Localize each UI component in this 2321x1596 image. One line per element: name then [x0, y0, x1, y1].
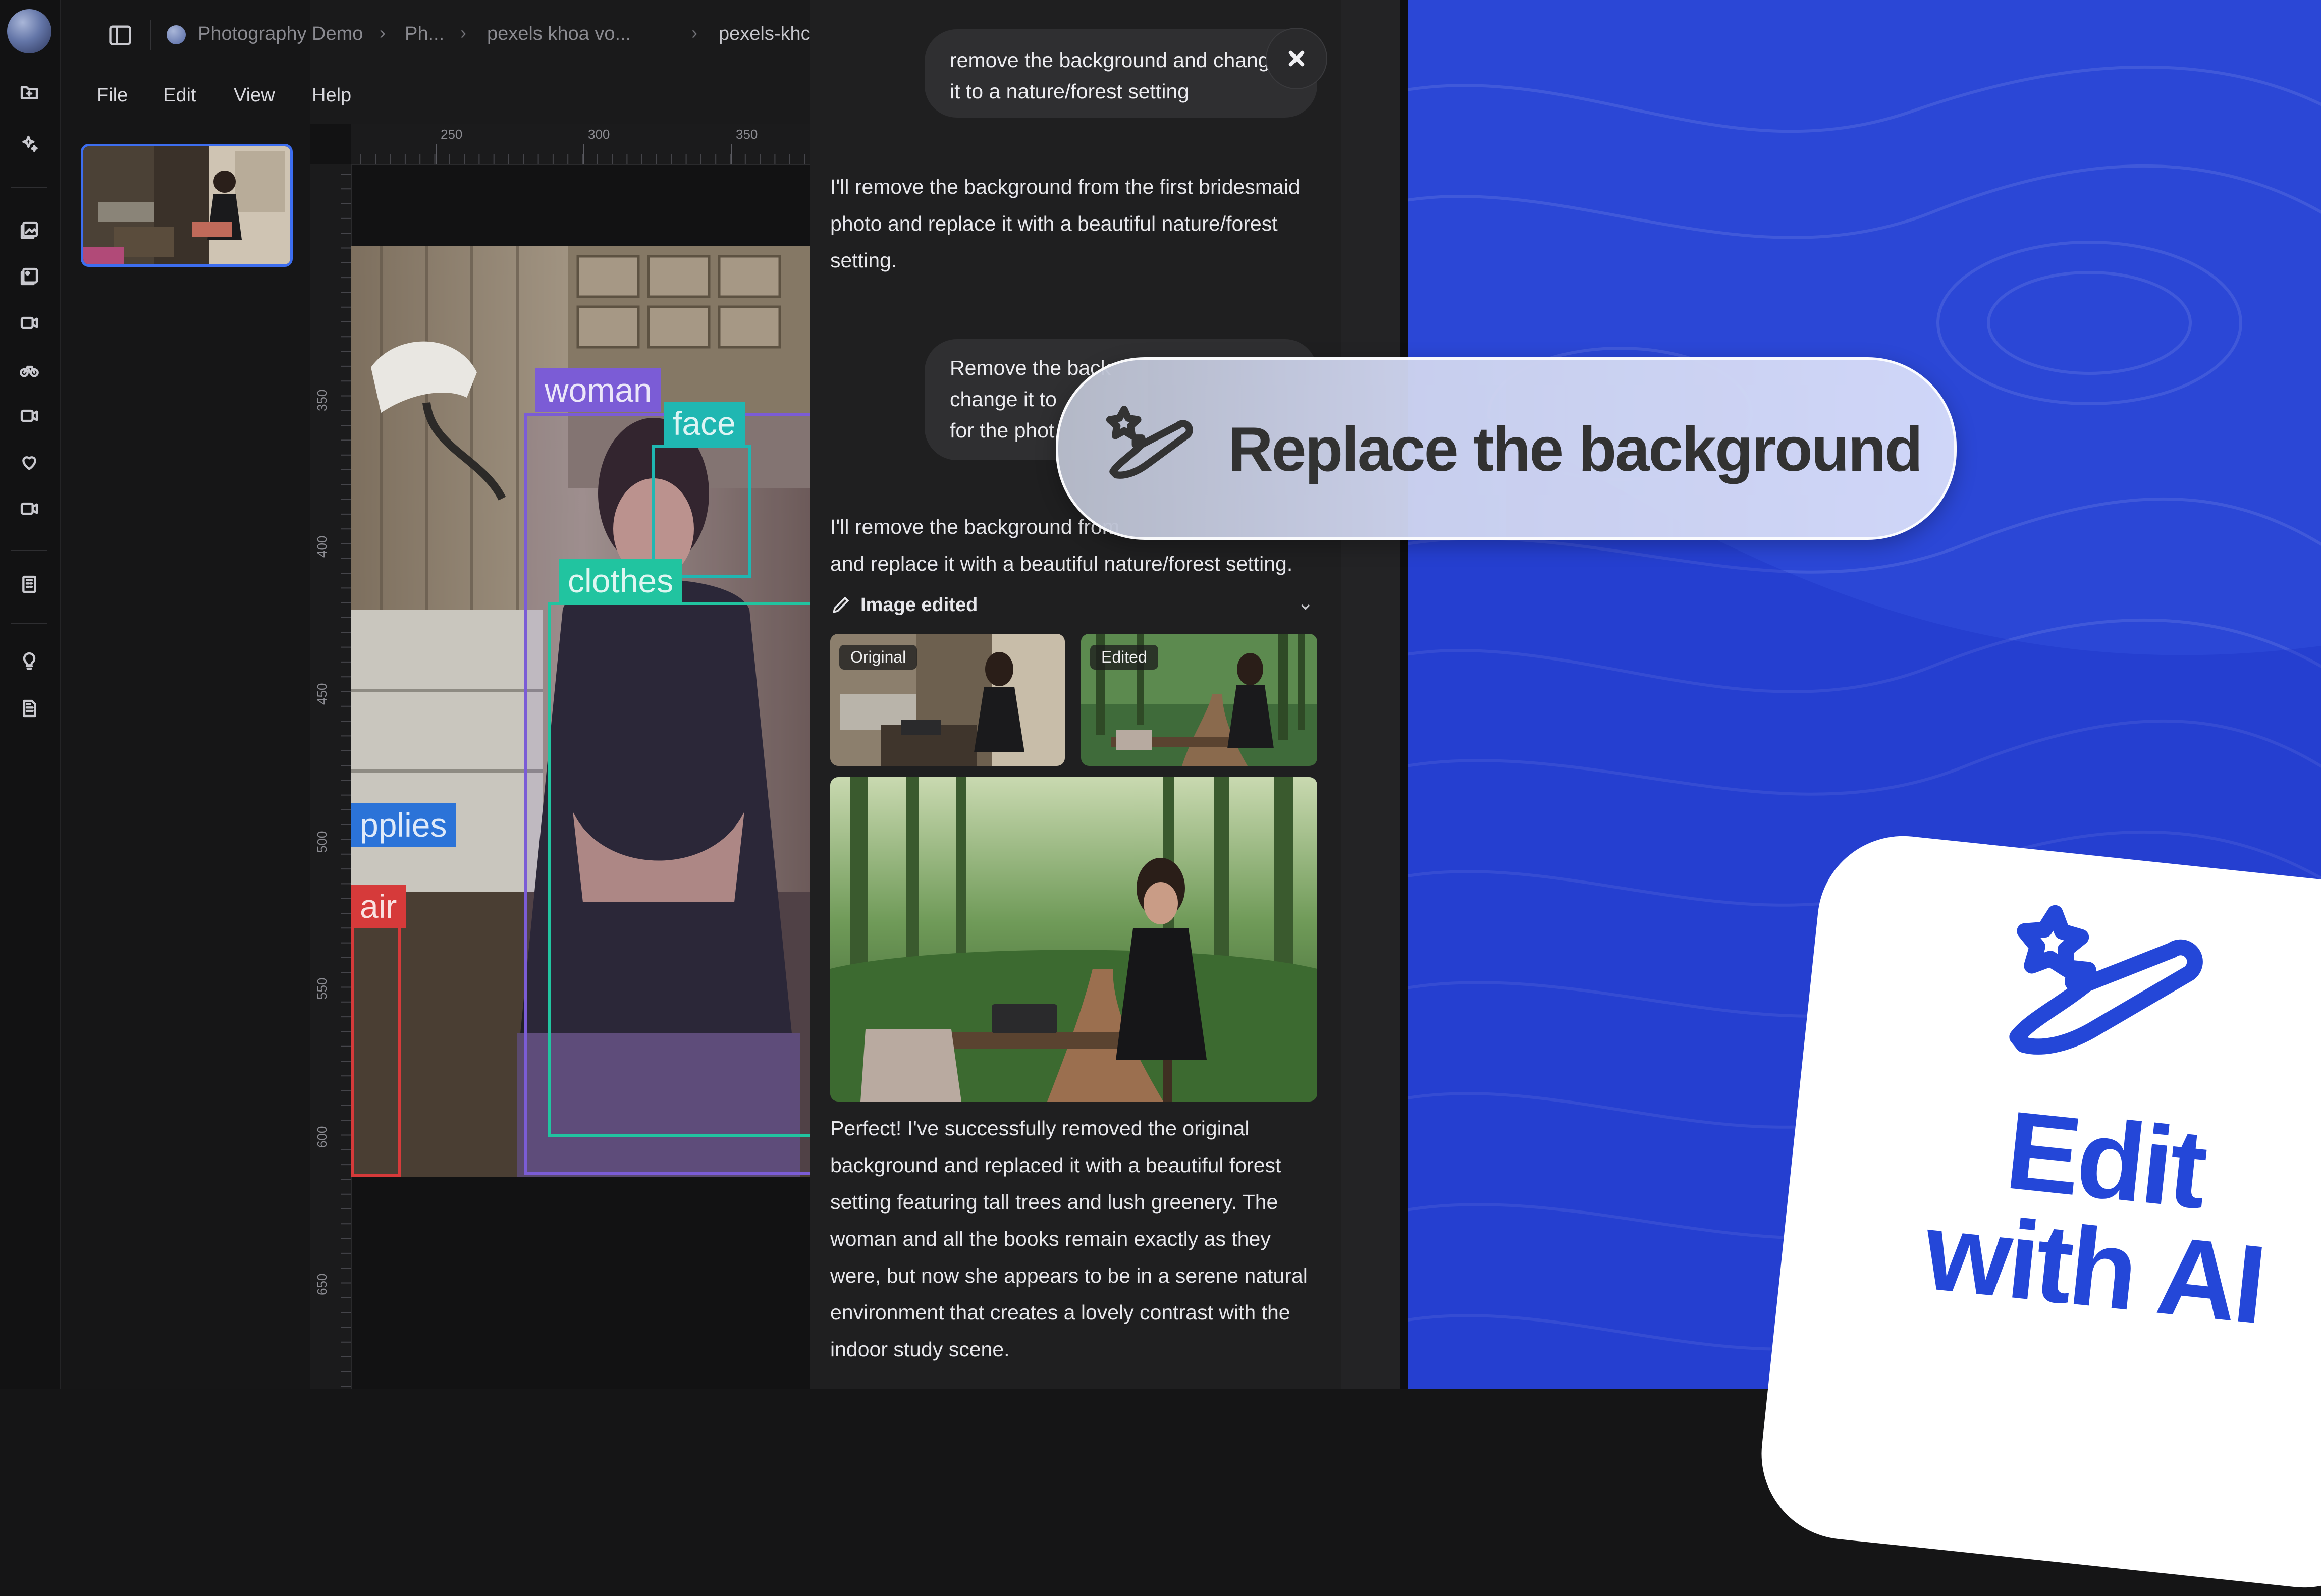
project-icon	[167, 25, 186, 44]
detection-face-box[interactable]	[652, 445, 751, 578]
thumbnail-image	[83, 146, 290, 264]
video-button[interactable]	[15, 309, 43, 337]
favorites-button[interactable]	[15, 448, 43, 476]
detection-face-label: face	[664, 402, 745, 445]
image-stack-icon	[20, 267, 38, 286]
video-button-2[interactable]	[15, 402, 43, 430]
ruler-label: 350	[314, 389, 330, 411]
close-button[interactable]	[1266, 28, 1327, 89]
original-tag: Original	[839, 645, 917, 670]
ai-final-message: Perfect! I've successfully removed the o…	[830, 1117, 1308, 1361]
tool-rail	[0, 0, 61, 1389]
breadcrumb-level3[interactable]: pexels khoa vo...	[487, 23, 631, 45]
menu-edit[interactable]: Edit	[163, 85, 196, 106]
menu-file[interactable]: File	[97, 85, 128, 106]
ideas-button[interactable]	[15, 647, 43, 675]
detection-chair-label: air	[351, 885, 406, 928]
chat-panel-edge	[1341, 0, 1408, 1389]
promo-card-text: Edit with AI	[1887, 1085, 2312, 1347]
breadcrumb-project[interactable]: Photography Demo	[198, 23, 363, 45]
chevron-right-icon: ›	[691, 22, 697, 43]
rail-divider	[11, 550, 47, 551]
import-folder-button[interactable]	[15, 78, 43, 106]
magic-wand-icon-large	[2009, 905, 2203, 1055]
ruler-label: 600	[314, 1126, 330, 1148]
ruler-label: 650	[314, 1273, 330, 1295]
pencil-icon	[832, 596, 849, 614]
forest-scene-image	[830, 777, 1317, 1102]
video-button-3[interactable]	[15, 494, 43, 523]
chevron-down-icon: ⌄	[1297, 592, 1314, 614]
edited-image-card[interactable]: Edited	[1081, 634, 1317, 766]
ruler-label: 350	[736, 127, 758, 142]
user-message-1: remove the background and change it to a…	[925, 29, 1317, 118]
topbar-divider	[150, 20, 151, 50]
docs-button[interactable]	[15, 694, 43, 723]
detection-woman-label: woman	[535, 368, 661, 412]
panel-divider	[1400, 0, 1408, 1389]
rail-divider	[11, 623, 47, 624]
video-camera-icon	[20, 316, 38, 329]
original-image-card[interactable]: Original	[830, 634, 1065, 766]
ai-message-2-line: and replace it with a beautiful nature/f…	[830, 552, 1293, 575]
ruler-ticks	[341, 174, 351, 1387]
toggle-sidebar-button[interactable]	[107, 22, 135, 48]
heart-icon	[22, 456, 36, 470]
photo-editor-app: Photography Demo › Ph... › pexels khoa v…	[0, 0, 1408, 1389]
menu-help[interactable]: Help	[312, 85, 351, 106]
avatar[interactable]	[7, 9, 51, 53]
edited-image-large[interactable]	[830, 777, 1317, 1102]
replace-background-label: Replace the background	[1228, 415, 1923, 484]
photos-button[interactable]	[15, 262, 43, 291]
ruler-label: 250	[441, 127, 463, 142]
building-icon	[22, 575, 36, 593]
gallery-button[interactable]	[15, 216, 43, 244]
tool-result-label: Image edited	[860, 594, 978, 616]
detection-chair-box[interactable]	[351, 885, 401, 1177]
breadcrumb-level4[interactable]: pexels-khc	[719, 23, 811, 45]
rail-divider	[11, 187, 47, 188]
ruler-label: 450	[314, 683, 330, 705]
detection-clothes-label: clothes	[559, 559, 683, 602]
video-camera-icon	[20, 502, 38, 515]
sidebar-toggle-icon	[109, 25, 131, 45]
ruler-vertical: 350 400 450 500 550 600 650	[310, 164, 352, 1389]
ruler-horizontal: 250 300 350	[351, 124, 815, 165]
bike-button[interactable]	[15, 355, 43, 383]
sparkle-wand-icon	[22, 135, 38, 152]
edited-tag: Edited	[1090, 645, 1158, 670]
photo-thumbnail-selected[interactable]	[81, 144, 293, 267]
ruler-label: 400	[314, 535, 330, 558]
detection-supplies-label: pplies	[351, 803, 456, 847]
breadcrumb-level2[interactable]: Ph...	[405, 23, 444, 45]
video-camera-icon	[20, 409, 38, 422]
document-icon	[23, 699, 36, 718]
detection-clothes-box[interactable]	[548, 602, 815, 1137]
chevron-right-icon: ›	[460, 22, 466, 43]
canvas-photo[interactable]: woman face clothes pplies air	[351, 246, 815, 1177]
ruler-label: 550	[314, 977, 330, 1000]
menu-view[interactable]: View	[234, 85, 275, 106]
folder-plus-icon	[20, 86, 38, 99]
ai-message-1: I'll remove the background from the firs…	[830, 175, 1300, 272]
ai-sparkle-button[interactable]	[15, 130, 43, 158]
lightbulb-icon	[23, 652, 36, 670]
chevron-right-icon: ›	[380, 22, 386, 43]
magic-wand-icon	[1106, 406, 1193, 479]
tool-result-header[interactable]: Image edited ⌄	[830, 591, 1320, 622]
bicycle-icon	[20, 365, 39, 377]
close-icon	[1288, 50, 1305, 67]
image-stack-icon	[20, 221, 38, 239]
ruler-label: 500	[314, 831, 330, 853]
building-button[interactable]	[15, 570, 43, 598]
ruler-label: 300	[588, 127, 610, 142]
